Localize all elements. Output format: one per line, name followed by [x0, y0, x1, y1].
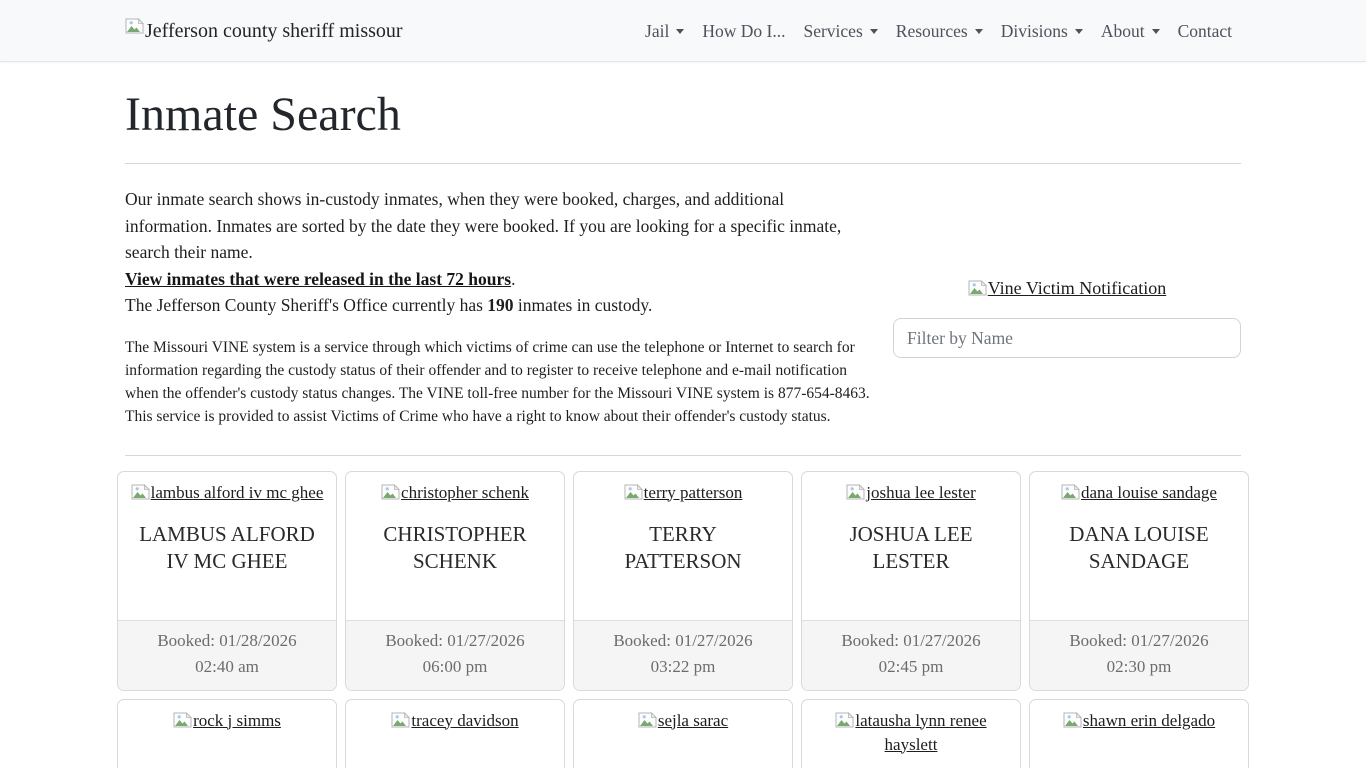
inmate-card: joshua lee lester JOSHUA LEE LESTER Book…: [801, 471, 1021, 691]
inmate-photo-link-wrap: sejla sarac: [574, 710, 792, 734]
released-line: View inmates that were released in the l…: [125, 266, 873, 293]
inmate-card: lambus alford iv mc ghee LAMBUS ALFORD I…: [117, 471, 337, 691]
filter-by-name-input[interactable]: [893, 318, 1241, 358]
intro-text: Our inmate search shows in-custody inmat…: [125, 186, 873, 266]
vine-broken-image-icon: [968, 280, 987, 301]
inmate-name: DANA LOUISE SANDAGE: [1047, 521, 1231, 575]
inmate-booked: Booked: 01/27/202602:45 pm: [802, 620, 1020, 690]
inmate-card: rock j simms: [117, 699, 337, 768]
inmate-broken-image-icon: [835, 712, 854, 734]
inmate-photo-link-wrap: lambus alford iv mc ghee: [118, 482, 336, 506]
inmate-photo-link[interactable]: latausha lynn renee hayslett: [855, 711, 986, 754]
broken-image-icon: [125, 18, 144, 34]
broken-image-icon: [381, 484, 400, 500]
caret-down-icon: [975, 29, 983, 34]
inmate-booked: Booked: 01/27/202602:30 pm: [1030, 620, 1248, 690]
inmate-card: dana louise sandage DANA LOUISE SANDAGE …: [1029, 471, 1249, 691]
brand-link[interactable]: Jefferson county sheriff missour: [125, 20, 403, 43]
broken-image-icon: [835, 712, 854, 728]
inmate-photo-link[interactable]: shawn erin delgado: [1083, 711, 1215, 730]
caret-down-icon: [1075, 29, 1083, 34]
nav-item-about[interactable]: About: [1092, 13, 1169, 50]
sidebar-column: Vine Victim Notification: [893, 186, 1241, 428]
page-title: Inmate Search: [125, 87, 1241, 142]
inmate-broken-image-icon: [846, 484, 865, 506]
inmate-photo-link-wrap: christopher schenk: [346, 482, 564, 506]
nav-item-jail[interactable]: Jail: [636, 13, 693, 50]
broken-image-icon: [638, 712, 657, 728]
inmate-photo-link-wrap: terry patterson: [574, 482, 792, 506]
inmate-photo-link[interactable]: dana louise sandage: [1081, 483, 1217, 502]
inmate-booked: Booked: 01/27/202606:00 pm: [346, 620, 564, 690]
inmate-photo-link-wrap: shawn erin delgado: [1030, 710, 1248, 734]
caret-down-icon: [1152, 29, 1160, 34]
caret-down-icon: [676, 29, 684, 34]
released-inmates-link[interactable]: View inmates that were released in the l…: [125, 269, 511, 289]
inmate-booked: Booked: 01/27/202603:22 pm: [574, 620, 792, 690]
broken-image-icon: [391, 712, 410, 728]
broken-image-icon: [1061, 484, 1080, 500]
inmate-name: TERRY PATTERSON: [591, 521, 775, 575]
inmate-broken-image-icon: [131, 484, 150, 506]
nav-item-resources[interactable]: Resources: [887, 13, 992, 50]
inmate-card: shawn erin delgado: [1029, 699, 1249, 768]
inmate-broken-image-icon: [381, 484, 400, 506]
caret-down-icon: [870, 29, 878, 34]
nav-item-divisions[interactable]: Divisions: [992, 13, 1092, 50]
nav-item-services[interactable]: Services: [794, 13, 886, 50]
inmate-booked: Booked: 01/28/202602:40 am: [118, 620, 336, 690]
brand-broken-image-icon: [125, 17, 144, 40]
inmate-photo-link[interactable]: rock j simms: [193, 711, 281, 730]
broken-image-icon: [846, 484, 865, 500]
inmate-photo-link-wrap: rock j simms: [118, 710, 336, 734]
broken-image-icon: [173, 712, 192, 728]
inmate-broken-image-icon: [638, 712, 657, 734]
inmate-name: JOSHUA LEE LESTER: [819, 521, 1003, 575]
inmate-card: christopher schenk CHRISTOPHER SCHENK Bo…: [345, 471, 565, 691]
inmate-broken-image-icon: [1061, 484, 1080, 506]
intro-column: Our inmate search shows in-custody inmat…: [125, 186, 873, 428]
inmate-cards-grid: lambus alford iv mc ghee LAMBUS ALFORD I…: [117, 471, 1249, 768]
inmate-name: LAMBUS ALFORD IV MC GHEE: [135, 521, 319, 575]
inmate-photo-link[interactable]: lambus alford iv mc ghee: [151, 483, 324, 502]
inmate-photo-link-wrap: dana louise sandage: [1030, 482, 1248, 506]
nav-item-how-do-i[interactable]: How Do I...: [693, 13, 794, 50]
inmate-broken-image-icon: [173, 712, 192, 734]
brand-text: Jefferson county sheriff missour: [145, 20, 403, 43]
nav-links: Jail How Do I... Services Resources Divi…: [636, 13, 1241, 50]
inmate-photo-link[interactable]: christopher schenk: [401, 483, 529, 502]
inmate-broken-image-icon: [624, 484, 643, 506]
custody-line: The Jefferson County Sheriff's Office cu…: [125, 292, 873, 319]
inmate-card: tracey davidson: [345, 699, 565, 768]
broken-image-icon: [1063, 712, 1082, 728]
navbar: Jefferson county sheriff missour Jail Ho…: [0, 0, 1366, 62]
vine-description: The Missouri VINE system is a service th…: [125, 336, 873, 428]
divider: [125, 163, 1241, 164]
inmate-card: terry patterson TERRY PATTERSON Booked: …: [573, 471, 793, 691]
nav-item-contact[interactable]: Contact: [1169, 13, 1241, 50]
inmate-broken-image-icon: [1063, 712, 1082, 734]
inmate-photo-link-wrap: joshua lee lester: [802, 482, 1020, 506]
broken-image-icon: [131, 484, 150, 500]
inmate-photo-link[interactable]: sejla sarac: [658, 711, 728, 730]
broken-image-icon: [968, 280, 987, 296]
inmate-name: CHRISTOPHER SCHENK: [363, 521, 547, 575]
custody-count: 190: [487, 295, 513, 315]
inmate-card: latausha lynn renee hayslett: [801, 699, 1021, 768]
main-content: Inmate Search Our inmate search shows in…: [113, 87, 1253, 768]
inmate-photo-link[interactable]: terry patterson: [644, 483, 743, 502]
divider: [125, 455, 1241, 456]
inmate-broken-image-icon: [391, 712, 410, 734]
inmate-photo-link[interactable]: tracey davidson: [411, 711, 518, 730]
vine-notification-block: Vine Victim Notification: [893, 278, 1241, 301]
broken-image-icon: [624, 484, 643, 500]
inmate-photo-link[interactable]: joshua lee lester: [866, 483, 976, 502]
inmate-photo-link-wrap: tracey davidson: [346, 710, 564, 734]
inmate-photo-link-wrap: latausha lynn renee hayslett: [802, 710, 1020, 756]
vine-victim-notification-link[interactable]: Vine Victim Notification: [988, 278, 1166, 298]
inmate-card: sejla sarac: [573, 699, 793, 768]
